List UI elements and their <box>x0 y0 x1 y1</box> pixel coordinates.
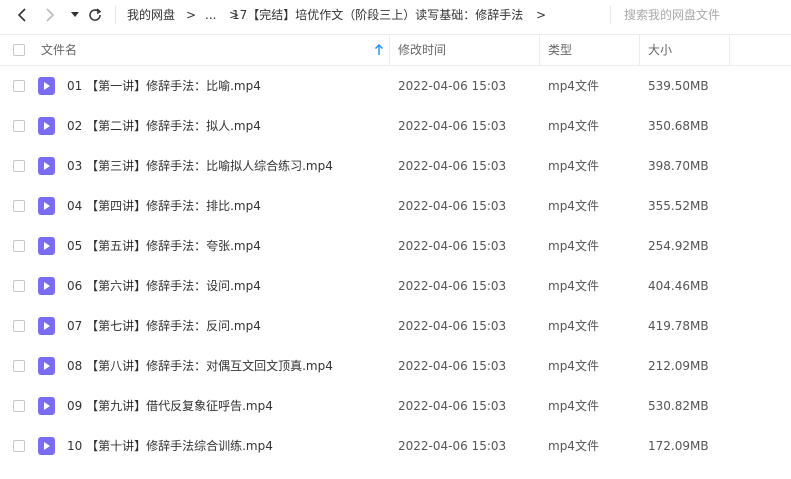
toolbar: 我的网盘 > ... > 17【完结】培优作文（阶段三上）读写基础：修辞手法 > <box>0 0 791 30</box>
file-modified-time: 2022-04-06 15:03 <box>398 439 507 453</box>
file-checkbox[interactable] <box>13 200 25 212</box>
file-list: 01 【第一讲】修辞手法：比喻.mp4 2022-04-06 15:03 mp4文件… <box>0 66 791 466</box>
file-row[interactable]: 09 【第九讲】借代反复象征呼告.mp4 2022-04-06 15:03 mp4文… <box>0 386 791 426</box>
caret-down-icon <box>71 12 79 17</box>
file-checkbox[interactable] <box>13 120 25 132</box>
file-name[interactable]: 04 【第四讲】修辞手法：排比.mp4 <box>67 186 261 226</box>
file-modified-time: 2022-04-06 15:03 <box>398 79 507 93</box>
video-file-icon <box>38 397 55 415</box>
file-row[interactable]: 05 【第五讲】修辞手法：夸张.mp4 2022-04-06 15:03 mp4文件… <box>0 226 791 266</box>
file-type: mp4文件 <box>548 439 599 453</box>
file-type: mp4文件 <box>548 399 599 413</box>
file-modified-time: 2022-04-06 15:03 <box>398 359 507 373</box>
file-checkbox[interactable] <box>13 320 25 332</box>
file-size: 419.78MB <box>648 319 709 333</box>
file-checkbox[interactable] <box>13 160 25 172</box>
video-file-icon <box>38 357 55 375</box>
file-name[interactable]: 07 【第七讲】修辞手法：反问.mp4 <box>67 306 261 346</box>
back-button[interactable] <box>12 5 32 25</box>
file-type: mp4文件 <box>548 159 599 173</box>
file-list-header: 文件名 修改时间 类型 大小 <box>0 34 791 66</box>
video-file-icon <box>38 277 55 295</box>
file-row[interactable]: 07 【第七讲】修辞手法：反问.mp4 2022-04-06 15:03 mp4文件… <box>0 306 791 346</box>
file-row[interactable]: 03 【第三讲】修辞手法：比喻拟人综合练习.mp4 2022-04-06 15:0… <box>0 146 791 186</box>
file-type: mp4文件 <box>548 79 599 93</box>
breadcrumb-current-folder[interactable]: 17【完结】培优作文（阶段三上）读写基础：修辞手法 <box>232 7 523 23</box>
chevron-left-icon <box>17 8 26 22</box>
chevron-right-icon <box>46 8 55 22</box>
file-modified-time: 2022-04-06 15:03 <box>398 159 507 173</box>
video-file-icon <box>38 237 55 255</box>
file-modified-time: 2022-04-06 15:03 <box>398 199 507 213</box>
file-size: 350.68MB <box>648 119 709 133</box>
forward-button[interactable] <box>40 5 60 25</box>
file-row[interactable]: 10 【第十讲】修辞手法综合训练.mp4 2022-04-06 15:03 mp4文… <box>0 426 791 466</box>
breadcrumb-separator: > <box>186 8 197 22</box>
sort-up-arrow-icon[interactable] <box>374 44 384 56</box>
file-size: 539.50MB <box>648 79 709 93</box>
file-size: 212.09MB <box>648 359 709 373</box>
file-row[interactable]: 04 【第四讲】修辞手法：排比.mp4 2022-04-06 15:03 mp4文件… <box>0 186 791 226</box>
breadcrumb-root[interactable]: 我的网盘 <box>127 7 175 23</box>
file-name[interactable]: 05 【第五讲】修辞手法：夸张.mp4 <box>67 226 261 266</box>
file-checkbox[interactable] <box>13 440 25 452</box>
file-size: 404.46MB <box>648 279 709 293</box>
column-header-size[interactable]: 大小 <box>648 35 672 65</box>
breadcrumb-ellipsis[interactable]: ... <box>205 7 216 23</box>
file-row[interactable]: 01 【第一讲】修辞手法：比喻.mp4 2022-04-06 15:03 mp4文件… <box>0 66 791 106</box>
file-name[interactable]: 09 【第九讲】借代反复象征呼告.mp4 <box>67 386 273 426</box>
video-file-icon <box>38 437 55 455</box>
file-checkbox[interactable] <box>13 80 25 92</box>
file-modified-time: 2022-04-06 15:03 <box>398 119 507 133</box>
file-type: mp4文件 <box>548 239 599 253</box>
file-name[interactable]: 08 【第八讲】修辞手法：对偶互文回文顶真.mp4 <box>67 346 333 386</box>
breadcrumb-separator: > <box>536 8 547 22</box>
column-header-modified[interactable]: 修改时间 <box>398 35 446 65</box>
file-name[interactable]: 03 【第三讲】修辞手法：比喻拟人综合练习.mp4 <box>67 146 333 186</box>
refresh-button[interactable] <box>85 5 105 25</box>
file-name[interactable]: 10 【第十讲】修辞手法综合训练.mp4 <box>67 426 273 466</box>
select-all-checkbox[interactable] <box>13 44 25 56</box>
file-type: mp4文件 <box>548 199 599 213</box>
file-size: 355.52MB <box>648 199 709 213</box>
file-checkbox[interactable] <box>13 400 25 412</box>
file-row[interactable]: 02 【第二讲】修辞手法：拟人.mp4 2022-04-06 15:03 mp4文件… <box>0 106 791 146</box>
column-header-type[interactable]: 类型 <box>548 35 572 65</box>
video-file-icon <box>38 197 55 215</box>
file-row[interactable]: 08 【第八讲】修辞手法：对偶互文回文顶真.mp4 2022-04-06 15:0… <box>0 346 791 386</box>
file-checkbox[interactable] <box>13 240 25 252</box>
file-type: mp4文件 <box>548 359 599 373</box>
file-size: 254.92MB <box>648 239 709 253</box>
file-name[interactable]: 06 【第六讲】修辞手法：设问.mp4 <box>67 266 261 306</box>
file-type: mp4文件 <box>548 279 599 293</box>
file-name[interactable]: 01 【第一讲】修辞手法：比喻.mp4 <box>67 66 261 106</box>
search-input[interactable] <box>620 3 791 27</box>
history-dropdown-button[interactable] <box>65 5 85 25</box>
column-divider[interactable] <box>639 35 640 65</box>
file-modified-time: 2022-04-06 15:03 <box>398 399 507 413</box>
file-checkbox[interactable] <box>13 360 25 372</box>
file-modified-time: 2022-04-06 15:03 <box>398 319 507 333</box>
file-size: 398.70MB <box>648 159 709 173</box>
video-file-icon <box>38 157 55 175</box>
file-row[interactable]: 06 【第六讲】修辞手法：设问.mp4 2022-04-06 15:03 mp4文件… <box>0 266 791 306</box>
video-file-icon <box>38 317 55 335</box>
refresh-icon <box>89 8 102 21</box>
column-divider[interactable] <box>389 35 390 65</box>
file-checkbox[interactable] <box>13 280 25 292</box>
file-modified-time: 2022-04-06 15:03 <box>398 239 507 253</box>
file-size: 172.09MB <box>648 439 709 453</box>
video-file-icon <box>38 77 55 95</box>
file-type: mp4文件 <box>548 319 599 333</box>
file-modified-time: 2022-04-06 15:03 <box>398 279 507 293</box>
toolbar-divider <box>115 6 116 24</box>
file-name[interactable]: 02 【第二讲】修辞手法：拟人.mp4 <box>67 106 261 146</box>
toolbar-divider <box>610 6 611 24</box>
column-divider[interactable] <box>729 35 730 65</box>
column-header-name[interactable]: 文件名 <box>41 35 77 65</box>
file-type: mp4文件 <box>548 119 599 133</box>
file-size: 530.82MB <box>648 399 709 413</box>
column-divider[interactable] <box>539 35 540 65</box>
video-file-icon <box>38 117 55 135</box>
